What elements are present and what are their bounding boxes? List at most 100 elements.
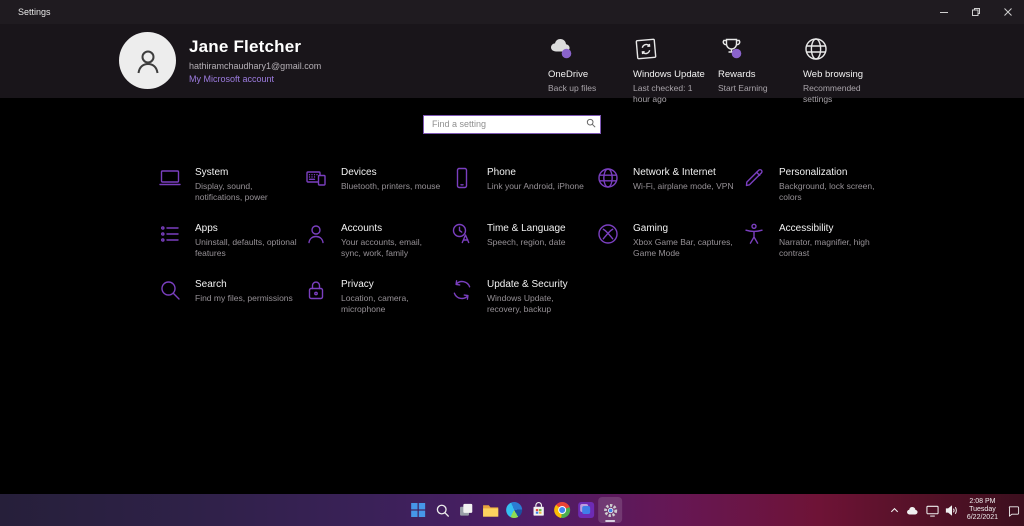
- edge-icon: [506, 502, 523, 518]
- category-title: Devices: [341, 167, 377, 178]
- taskbar-pinned-app[interactable]: [574, 497, 598, 523]
- windows-update-icon: [633, 32, 718, 62]
- category-subtitle: Xbox Game Bar, captures, Game Mode: [633, 237, 733, 259]
- search-icon[interactable]: [586, 118, 596, 128]
- search-icon: [158, 278, 182, 302]
- chevron-up-icon[interactable]: [887, 500, 902, 520]
- tray-volume-icon[interactable]: [944, 500, 959, 520]
- category-gaming[interactable]: Gaming Xbox Game Bar, captures, Game Mode: [596, 222, 742, 278]
- category-text: Phone Link your Android, iPhone: [487, 166, 584, 222]
- tray-icons: [887, 500, 959, 520]
- category-network-internet[interactable]: Network & Internet Wi-Fi, airplane mode, …: [596, 166, 742, 222]
- category-title: Accessibility: [779, 223, 834, 234]
- accessibility-icon: [742, 222, 766, 246]
- accounts-icon: [304, 222, 328, 246]
- minimize-icon: [940, 12, 948, 13]
- profile-text: Jane Fletcher hathiramchaudhary1@gmail.c…: [189, 32, 321, 89]
- category-title: Search: [195, 279, 227, 290]
- taskbar-edge[interactable]: [502, 497, 526, 523]
- taskbar-store[interactable]: [526, 497, 550, 523]
- category-subtitle: Bluetooth, printers, mouse: [341, 181, 441, 191]
- system-icon: [158, 166, 182, 190]
- system-tray: 2:08 PM Tuesday 6/22/2021: [887, 494, 1021, 526]
- category-privacy[interactable]: Privacy Location, camera, microphone: [304, 278, 450, 334]
- category-title: System: [195, 167, 229, 178]
- quick-action-title: Windows Update: [633, 69, 705, 80]
- notification-bubble-icon[interactable]: [1006, 500, 1021, 520]
- person-icon: [137, 50, 158, 73]
- search-row: [0, 114, 1024, 134]
- avatar: [119, 32, 176, 89]
- category-subtitle: Wi-Fi, airplane mode, VPN: [633, 181, 734, 191]
- category-apps[interactable]: Apps Uninstall, defaults, optional featur…: [158, 222, 304, 278]
- gaming-icon: [596, 222, 620, 246]
- category-text: Search Find my files, permissions: [195, 278, 293, 334]
- category-text: Apps Uninstall, defaults, optional featur…: [195, 222, 297, 278]
- update-security-icon: [450, 278, 474, 302]
- category-devices[interactable]: Devices Bluetooth, printers, mouse: [304, 166, 450, 222]
- window-title: Settings: [18, 7, 51, 17]
- minimize-button[interactable]: [928, 0, 960, 24]
- category-subtitle: Windows Update, recovery, backup: [487, 293, 554, 315]
- settings-header: Jane Fletcher hathiramchaudhary1@gmail.c…: [0, 24, 1024, 104]
- category-title: Update & Security: [487, 279, 568, 290]
- quick-action-rewards[interactable]: Rewards Start Earning: [718, 32, 803, 105]
- category-text: Network & Internet Wi-Fi, airplane mode, …: [633, 166, 734, 222]
- category-system[interactable]: System Display, sound, notifications, pow…: [158, 166, 304, 222]
- microsoft-account-link[interactable]: My Microsoft account: [189, 74, 321, 84]
- titlebar: Settings: [0, 0, 1024, 24]
- restore-button[interactable]: [960, 0, 992, 24]
- taskbar-search-icon: [435, 503, 450, 518]
- user-profile: Jane Fletcher hathiramchaudhary1@gmail.c…: [119, 32, 321, 89]
- category-subtitle: Location, camera, microphone: [341, 293, 409, 315]
- category-search[interactable]: Search Find my files, permissions: [158, 278, 304, 334]
- category-subtitle: Background, lock screen, colors: [779, 181, 875, 203]
- category-time-language[interactable]: Time & Language Speech, region, date: [450, 222, 596, 278]
- category-accessibility[interactable]: Accessibility Narrator, magnifier, high c…: [742, 222, 888, 278]
- quick-action-subtitle: Recommended settings: [803, 83, 861, 105]
- task-view-icon: [458, 502, 474, 518]
- taskbar-task-view[interactable]: [454, 497, 478, 523]
- quick-action-onedrive[interactable]: OneDrive Back up files: [548, 32, 633, 105]
- category-title: Accounts: [341, 223, 383, 234]
- store-icon: [531, 502, 546, 518]
- clock-time: 2:08 PM: [969, 498, 996, 505]
- taskbar-clock[interactable]: 2:08 PM Tuesday 6/22/2021: [964, 498, 1001, 522]
- quick-action-title: Web browsing: [803, 69, 864, 80]
- category-subtitle: Link your Android, iPhone: [487, 181, 584, 191]
- category-title: Apps: [195, 223, 218, 234]
- taskbar-file-explorer[interactable]: [478, 497, 502, 523]
- category-personalization[interactable]: Personalization Background, lock screen, …: [742, 166, 888, 222]
- category-subtitle: Your accounts, email, sync, work, family: [341, 237, 422, 259]
- category-text: Update & Security Windows Update, recover…: [487, 278, 589, 334]
- quick-action-web-browsing[interactable]: Web browsing Recommended settings: [803, 32, 888, 105]
- category-title: Phone: [487, 167, 516, 178]
- category-title: Personalization: [779, 167, 848, 178]
- category-title: Time & Language: [487, 223, 566, 234]
- pinned-app-icon: [578, 502, 595, 518]
- category-subtitle: Speech, region, date: [487, 237, 566, 247]
- taskbar-start[interactable]: [406, 497, 430, 523]
- tray-cloud-icon[interactable]: [906, 500, 921, 520]
- category-subtitle: Narrator, magnifier, high contrast: [779, 237, 870, 259]
- category-accounts[interactable]: Accounts Your accounts, email, sync, work…: [304, 222, 450, 278]
- category-phone[interactable]: Phone Link your Android, iPhone: [450, 166, 596, 222]
- close-button[interactable]: [992, 0, 1024, 24]
- quick-action-windows-update[interactable]: Windows Update Last checked: 1 hour ago: [633, 32, 718, 105]
- search-input[interactable]: [423, 114, 601, 134]
- taskbar: 2:08 PM Tuesday 6/22/2021: [0, 494, 1024, 526]
- taskbar-taskbar-search[interactable]: [430, 497, 454, 523]
- category-title: Gaming: [633, 223, 669, 234]
- quick-action-title: OneDrive: [548, 69, 589, 80]
- clock-day: Tuesday: [969, 506, 996, 513]
- tray-display-icon[interactable]: [925, 500, 940, 520]
- settings-category-grid: System Display, sound, notifications, pow…: [158, 166, 888, 334]
- taskbar-settings-gear[interactable]: [598, 497, 623, 523]
- onedrive-icon: [548, 32, 633, 62]
- taskbar-chrome[interactable]: [550, 497, 574, 523]
- category-update-security[interactable]: Update & Security Windows Update, recover…: [450, 278, 596, 334]
- network-icon: [596, 166, 620, 190]
- privacy-icon: [304, 278, 328, 302]
- category-subtitle: Uninstall, defaults, optional features: [195, 237, 297, 259]
- quick-action-subtitle: Back up files: [548, 83, 597, 93]
